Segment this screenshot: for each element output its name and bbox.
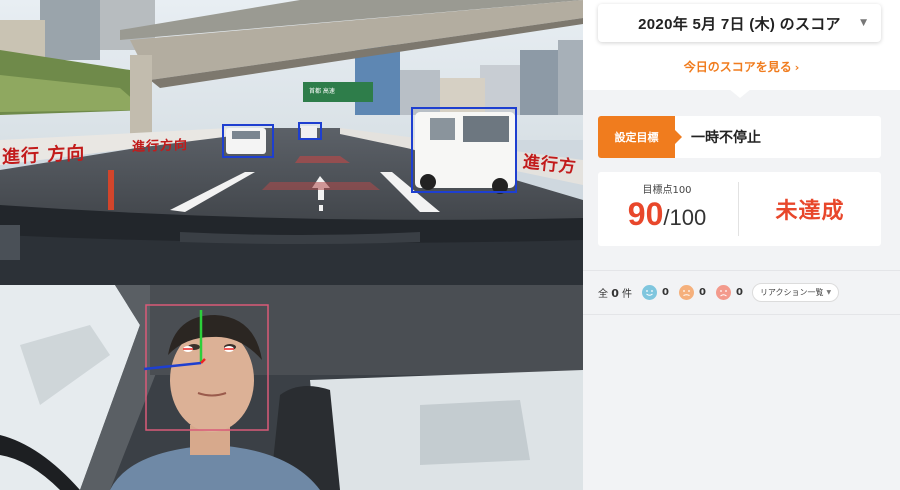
divider [583, 270, 900, 271]
vehicle [301, 126, 317, 138]
reaction-neutral[interactable]: 0 [679, 284, 706, 300]
score-panel: 2020年 5月 7日 (木) のスコア ▼ 今日のスコアを見る › 設定目標 一… [583, 0, 900, 490]
date-selector[interactable]: 2020年 5月 7日 (木) のスコア ▼ [598, 4, 881, 42]
date-label: 2020年 5月 7日 (木) のスコア [638, 15, 841, 33]
road-direction-text: 進行方向 [132, 138, 189, 155]
reaction-total-suffix: 件 [622, 288, 633, 300]
reaction-happy[interactable]: 0 [642, 284, 669, 300]
callout-notch [729, 89, 751, 98]
score-header: 2020年 5月 7日 (木) のスコア ▼ 今日のスコアを見る › [583, 0, 900, 90]
goal-badge: 設定目標 [598, 116, 682, 158]
driver-camera-view [0, 285, 583, 490]
road-camera-view: 進行 方向 進行方向 進行方 首都 高速 [0, 0, 583, 285]
score-display: 90/100 [598, 196, 736, 233]
chevron-right-icon: › [794, 61, 800, 74]
reaction-total: 全 0 件 [598, 285, 632, 300]
reaction-count: 0 [662, 286, 669, 298]
overpass-pillar [130, 55, 152, 135]
reaction-list-button[interactable]: リアクション一覧 ▼ [751, 282, 840, 302]
reaction-total-prefix: 全 [598, 288, 608, 300]
achievement-status: 未達成 [775, 199, 845, 224]
road-scene [0, 0, 583, 285]
reaction-count: 0 [735, 286, 743, 298]
road-sign-text: 首都 高速 [309, 88, 335, 95]
cabin-scene [0, 285, 583, 490]
view-today-label: 今日のスコアを見る [683, 60, 792, 74]
neutral-face-icon [679, 284, 694, 300]
score-value: 90 [627, 196, 664, 232]
divider [583, 314, 900, 315]
reaction-sad[interactable]: 0 [715, 284, 743, 300]
reaction-count: 0 [699, 286, 706, 298]
goal-card: 設定目標 一時不停止 [598, 116, 881, 158]
camera-feeds: 進行 方向 進行方向 進行方 首都 高速 [0, 0, 583, 490]
triangle-down-icon: ▼ [860, 18, 867, 28]
score-card: 目標点100 90/100 未達成 [598, 172, 881, 246]
road-direction-text: 進行 方向 [2, 142, 86, 169]
happy-face-icon [642, 284, 658, 300]
chevron-down-icon: ▼ [826, 288, 832, 296]
score-max: /100 [663, 205, 707, 230]
reactions-bar: 全 0 件 0 0 0 リアクション一覧 ▼ [598, 282, 840, 302]
reaction-list-label: リアクション一覧 [759, 287, 824, 297]
view-today-score-link[interactable]: 今日のスコアを見る › [583, 58, 900, 75]
target-score-label: 目標点100 [642, 185, 692, 196]
building [40, 0, 100, 60]
sad-face-icon [715, 284, 731, 300]
reaction-total-count: 0 [611, 286, 619, 300]
traffic-cone [108, 170, 114, 210]
goal-value: 一時不停止 [691, 130, 761, 146]
